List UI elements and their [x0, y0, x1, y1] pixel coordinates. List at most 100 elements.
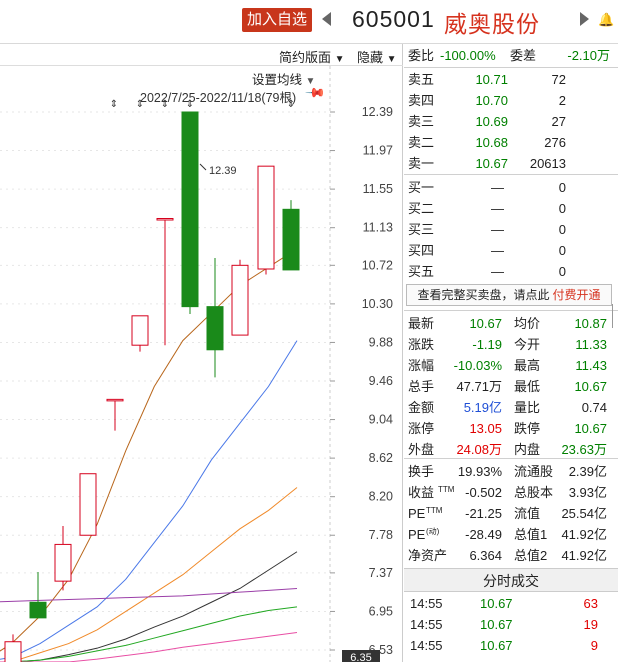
stat-label: 最高	[514, 358, 541, 373]
fundamental-value: 41.92亿	[561, 527, 607, 542]
buy-level-volume: 0	[558, 222, 566, 237]
trade-price: 10.67	[480, 596, 513, 611]
sell-level-volume: 20613	[529, 156, 566, 171]
candle-body	[282, 208, 300, 271]
stat-label: 涨跌	[408, 337, 435, 352]
add-to-watchlist-button[interactable]: 加入自选	[242, 8, 312, 32]
fundamental-value: 2.39亿	[568, 464, 607, 479]
trade-price: 10.67	[480, 617, 513, 632]
stat-label: 金额	[408, 400, 435, 415]
stat-row: 涨跌 -1.19 今开 11.33	[404, 334, 618, 355]
layout-dropdown[interactable]: 简约版面 ▼	[279, 47, 345, 66]
order-ratio-value: -100.00%	[440, 48, 496, 63]
fundamental-value: -21.25	[465, 506, 502, 521]
trade-row: 14:55 10.67 63	[404, 593, 618, 614]
buy-level-price: —	[491, 222, 504, 237]
y-tick-label: 11.13	[363, 221, 393, 235]
fundamental-row: PE (动) -28.49 总值1 41.92亿	[404, 524, 618, 545]
buy-level-volume: 0	[558, 264, 566, 279]
stock-quote-window: { "header": { "add_watchlist": "加入自选", "…	[0, 0, 618, 662]
fundamental-label: 换手	[408, 464, 435, 479]
sell-level-row: 卖四 10.70 2	[404, 90, 618, 111]
panel-splitter[interactable]	[612, 304, 618, 328]
buy-level-label: 买四	[408, 243, 435, 258]
y-tick-label: 10.30	[362, 297, 393, 311]
previous-stock-icon[interactable]	[322, 12, 331, 26]
buy-level-label: 买二	[408, 201, 435, 216]
full-orderbook-banner[interactable]: 查看完整买卖盘，请点此 付费开通	[406, 284, 612, 306]
fundamental-value: 19.93%	[457, 464, 502, 479]
sell-level-volume: 2	[558, 93, 566, 108]
candle-body	[29, 601, 47, 619]
ma-settings-dropdown[interactable]: 设置均线 ▼	[252, 69, 315, 88]
y-tick-label: 6.95	[369, 604, 393, 618]
paid-subscribe-link[interactable]: 付费开通	[553, 288, 601, 302]
fundamental-value: 3.93亿	[568, 485, 607, 500]
alert-bell-icon[interactable]: 🔔	[598, 12, 614, 28]
banner-text: 查看完整买卖盘，请点此	[417, 288, 550, 302]
sell-level-label: 卖一	[408, 156, 435, 171]
y-tick-label: 8.62	[369, 451, 393, 465]
buy-level-price: —	[491, 180, 504, 195]
stat-value: 13.05	[469, 421, 502, 436]
stat-row: 总手 47.71万 最低 10.67	[404, 376, 618, 397]
y-tick-label: 9.46	[369, 374, 393, 388]
y-tick-label: 7.78	[369, 528, 393, 542]
fundamental-label: 总股本	[514, 485, 554, 500]
fundamental-row: 净资产 6.364 总值2 41.92亿	[404, 545, 618, 566]
candle-body	[106, 398, 124, 402]
stat-label: 总手	[408, 379, 435, 394]
stat-label: 外盘	[408, 442, 435, 457]
stat-value: 11.43	[575, 358, 607, 373]
buy-level-label: 买一	[408, 180, 435, 195]
stat-label: 涨停	[408, 421, 435, 436]
stat-value: -10.03%	[453, 358, 502, 373]
fundamental-value: 41.92亿	[561, 548, 607, 563]
stat-label: 最新	[408, 316, 435, 331]
kline-chart[interactable]: 12.39 11.97 11.55 11.13 10.72 10.30 9.88 9.46 9.…	[0, 44, 403, 662]
fundamental-label: 流通股	[514, 464, 554, 479]
fundamental-value: -0.502	[465, 485, 502, 500]
stat-label: 最低	[514, 379, 541, 394]
y-tick-label: 9.04	[369, 413, 393, 427]
trade-row: 14:55 10.67 9	[404, 635, 618, 656]
stat-value: 5.19亿	[463, 400, 502, 415]
order-ratio-label: 委比	[408, 48, 435, 63]
stat-label: 今开	[514, 337, 541, 352]
stat-value: 11.33	[575, 337, 607, 352]
chevron-down-icon: ▼	[334, 54, 345, 65]
fundamental-label-suffix: TTM	[438, 485, 455, 494]
quote-panel: 委比 -100.00% 委差 -2.10万 卖五 10.71 72 卖四 10.70 2 卖…	[404, 44, 618, 662]
fundamental-label: PE	[408, 506, 426, 521]
y-tick-label: 12.39	[362, 105, 393, 119]
fundamental-label: 总值2	[514, 548, 548, 563]
hide-dropdown[interactable]: 隐藏 ▼	[357, 47, 397, 66]
stat-label: 涨幅	[408, 358, 435, 373]
trade-price: 10.67	[480, 638, 513, 653]
trade-volume: 63	[583, 596, 598, 611]
moving-average-line	[0, 487, 298, 662]
buy-level-label: 买五	[408, 264, 435, 279]
fundamental-value: -28.49	[465, 527, 502, 542]
layout-label: 简约版面	[279, 50, 332, 65]
next-stock-icon[interactable]	[580, 12, 589, 26]
trade-price: 10.67	[480, 656, 513, 662]
candle-body	[54, 543, 72, 582]
fundamental-value: 25.54亿	[561, 506, 607, 521]
trade-time: 14:55	[410, 638, 443, 653]
sell-level-volume: 276	[544, 135, 566, 150]
stat-row: 涨幅 -10.03% 最高 11.43	[404, 355, 618, 376]
sell-level-row: 卖五 10.71 72	[404, 69, 618, 90]
sell-level-price: 10.67	[475, 156, 508, 171]
stat-row: 涨停 13.05 跌停 10.67	[404, 418, 618, 439]
buy-level-row: 买一 — 0	[404, 177, 618, 198]
trade-time: 14:55	[410, 617, 443, 632]
sell-level-label: 卖二	[408, 135, 435, 150]
trade-row: 14:55 10.67 19	[404, 614, 618, 635]
trade-volume: 19	[583, 617, 598, 632]
sell-level-row: 卖一 10.67 20613	[404, 153, 618, 174]
order-ratio-row: 委比 -100.00% 委差 -2.10万	[404, 45, 618, 66]
candle-body	[4, 641, 22, 662]
buy-level-price: —	[491, 243, 504, 258]
stat-label: 均价	[514, 316, 541, 331]
